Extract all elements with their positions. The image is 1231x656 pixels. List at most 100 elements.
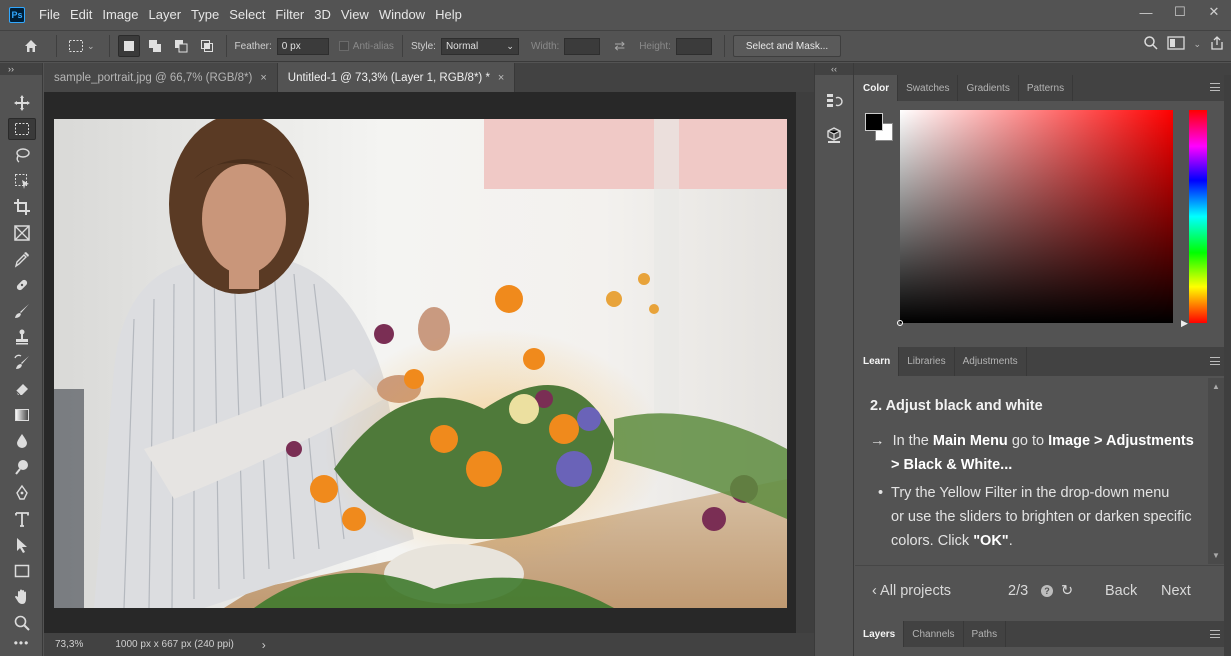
tools-collapse[interactable]: ›› [0, 63, 42, 75]
close-icon[interactable]: × [498, 72, 504, 84]
home-icon[interactable] [20, 35, 42, 57]
eraser-tool-icon[interactable] [0, 376, 43, 402]
menu-3d[interactable]: 3D [314, 7, 331, 22]
tab-channels[interactable]: Channels [904, 621, 964, 647]
stamp-tool-icon[interactable] [0, 324, 43, 350]
menu-image[interactable]: Image [102, 7, 138, 22]
hand-tool-icon[interactable] [0, 584, 43, 610]
new-selection-icon[interactable] [117, 35, 140, 57]
add-selection-icon[interactable] [144, 35, 166, 57]
tab-untitled-1[interactable]: Untitled-1 @ 73,3% (Layer 1, RGB/8*) * × [277, 63, 516, 92]
menu-help[interactable]: Help [435, 7, 462, 22]
chevron-down-icon[interactable]: ▼ [1208, 551, 1224, 560]
document-canvas-image[interactable] [54, 119, 787, 608]
hue-slider[interactable] [1189, 110, 1207, 323]
rectangle-tool-icon[interactable] [0, 558, 43, 584]
tab-patterns[interactable]: Patterns [1019, 75, 1074, 101]
chevron-down-icon[interactable]: ⌄ [1193, 39, 1201, 50]
maximize-button[interactable]: ☐ [1163, 0, 1197, 24]
frame-tool-icon[interactable] [0, 220, 43, 246]
panel-collapse[interactable]: ‹‹ [815, 63, 853, 75]
next-button[interactable]: Next [1161, 583, 1191, 599]
move-tool-icon[interactable] [0, 90, 43, 116]
color-picker-marker[interactable] [897, 320, 903, 326]
zoom-level[interactable]: 73,3% [55, 639, 83, 650]
tab-swatches[interactable]: Swatches [898, 75, 959, 101]
learn-text: go to [1007, 433, 1049, 449]
menu-view[interactable]: View [341, 7, 369, 22]
canvas-area[interactable] [44, 92, 796, 633]
history-brush-icon[interactable] [0, 350, 43, 376]
subtract-selection-icon[interactable] [170, 35, 192, 57]
tab-paths[interactable]: Paths [964, 621, 1007, 647]
antialias-checkbox[interactable] [338, 41, 349, 51]
color-field[interactable] [897, 110, 1173, 326]
menu-file[interactable]: File [39, 7, 60, 22]
eyedropper-tool-icon[interactable] [0, 246, 43, 272]
menu-select[interactable]: Select [229, 7, 265, 22]
crop-tool-icon[interactable] [0, 194, 43, 220]
object-selection-icon[interactable] [0, 168, 43, 194]
tab-libraries[interactable]: Libraries [899, 347, 955, 376]
intersect-selection-icon[interactable] [196, 35, 218, 57]
reset-icon[interactable]: ↻ [1061, 583, 1073, 599]
learn-scrollbar[interactable]: ▲ ▼ [1208, 378, 1224, 564]
history-icon[interactable] [815, 87, 853, 115]
learn-text: Try the Yellow Filter in the drop-down m… [891, 485, 1170, 501]
close-window-button[interactable]: ✕ [1197, 0, 1231, 24]
menu-edit[interactable]: Edit [70, 7, 92, 22]
menu-window[interactable]: Window [379, 7, 425, 22]
feather-input[interactable]: 0 px [276, 37, 329, 55]
chevron-down-icon[interactable]: ⌄ [87, 41, 95, 52]
blur-tool-icon[interactable] [0, 428, 43, 454]
lasso-tool-icon[interactable] [0, 142, 43, 168]
close-icon[interactable]: × [260, 72, 266, 84]
style-value: Normal [445, 40, 479, 52]
style-select[interactable]: Normal ⌄ [440, 37, 519, 55]
swap-icon[interactable]: ⇄ [614, 38, 625, 54]
menu-layer[interactable]: Layer [149, 7, 182, 22]
hue-slider-handle[interactable]: ▶ [1181, 318, 1188, 329]
help-icon[interactable]: ? [1041, 585, 1053, 597]
foreground-color-swatch[interactable] [865, 113, 883, 131]
panel-menu-icon[interactable] [1210, 83, 1220, 91]
chevron-down-icon: ⌄ [506, 40, 514, 51]
brush-tool-icon[interactable] [0, 298, 43, 324]
bullet-icon: • [877, 485, 884, 501]
learn-text-bold: "OK" [973, 533, 1009, 549]
chevron-right-icon[interactable]: › [262, 638, 266, 652]
tab-sample-portrait[interactable]: sample_portrait.jpg @ 66,7% (RGB/8*) × [44, 63, 278, 92]
marquee-tool-icon[interactable] [0, 116, 43, 142]
3d-properties-icon[interactable] [815, 121, 853, 149]
panel-menu-icon[interactable] [1210, 357, 1220, 365]
tab-gradients[interactable]: Gradients [958, 75, 1019, 101]
dodge-tool-icon[interactable] [0, 454, 43, 480]
height-input[interactable] [675, 37, 712, 55]
share-icon[interactable] [1209, 35, 1225, 54]
chevron-up-icon[interactable]: ▲ [1208, 382, 1224, 391]
tab-learn[interactable]: Learn [855, 347, 900, 376]
minimize-button[interactable]: — [1129, 0, 1163, 24]
panel-menu-icon[interactable] [1210, 630, 1220, 638]
type-tool-icon[interactable] [0, 506, 43, 532]
tab-layers[interactable]: Layers [855, 621, 905, 647]
back-button[interactable]: Back [1105, 583, 1137, 599]
menu-filter[interactable]: Filter [275, 7, 304, 22]
canvas-scrollbar[interactable] [796, 92, 814, 633]
pen-tool-icon[interactable] [0, 480, 43, 506]
select-and-mask-button[interactable]: Select and Mask... [732, 35, 842, 57]
healing-brush-icon[interactable] [0, 272, 43, 298]
arrow-right-icon: → [870, 433, 885, 449]
menu-type[interactable]: Type [191, 7, 219, 22]
tab-adjustments[interactable]: Adjustments [955, 347, 1027, 376]
path-selection-icon[interactable] [0, 532, 43, 558]
workspace-icon[interactable] [1167, 36, 1186, 53]
gradient-tool-icon[interactable] [0, 402, 43, 428]
all-projects-link[interactable]: ‹ All projects [872, 583, 951, 599]
width-input[interactable] [564, 37, 601, 55]
tab-color[interactable]: Color [855, 75, 899, 101]
search-icon[interactable] [1143, 35, 1159, 54]
more-tools-icon[interactable]: ••• [0, 636, 43, 650]
zoom-tool-icon[interactable] [0, 610, 43, 636]
marquee-preset-icon[interactable] [65, 35, 87, 57]
